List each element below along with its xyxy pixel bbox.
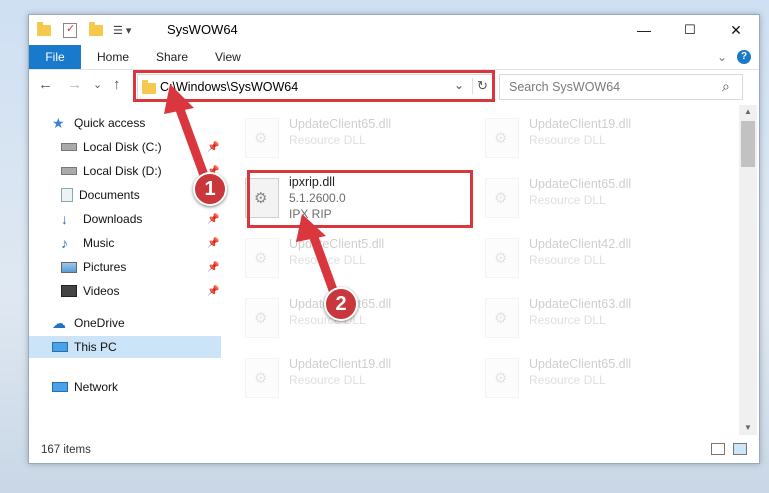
annotation-arrows (164, 84, 338, 295)
arrow-2-shaft (307, 227, 338, 295)
step-badge-1: 1 (193, 172, 227, 206)
arrow-1-shaft (173, 99, 210, 183)
step-badge-2: 2 (324, 287, 358, 321)
arrow-1-head (164, 84, 194, 114)
arrow-2-head (296, 214, 326, 242)
